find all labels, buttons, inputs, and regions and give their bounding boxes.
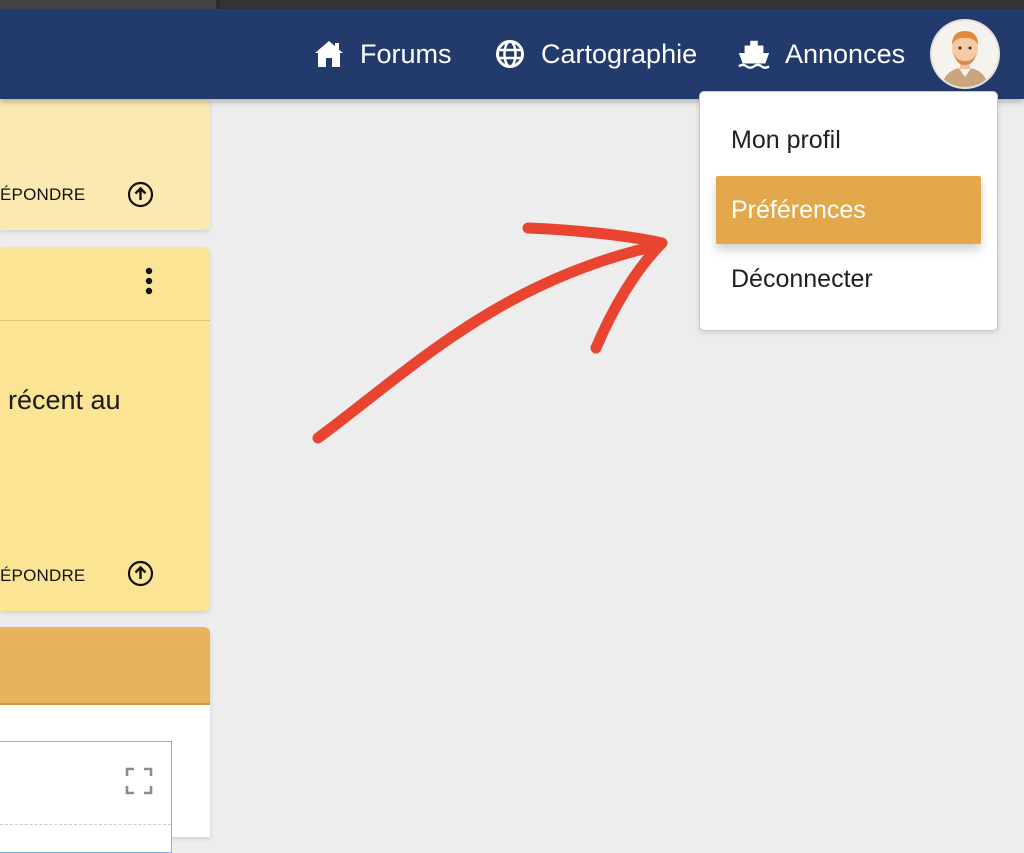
more-options-icon[interactable] bbox=[138, 267, 160, 297]
nav-forums-link[interactable]: Forums bbox=[312, 9, 452, 99]
avatar-icon bbox=[932, 21, 998, 87]
post-card bbox=[0, 627, 210, 853]
user-menu-dropdown: Mon profil Préférences Déconnecter bbox=[699, 91, 998, 331]
browser-tab[interactable] bbox=[0, 0, 216, 9]
browser-top-strip bbox=[0, 0, 1024, 9]
home-icon bbox=[312, 37, 346, 71]
post-card: récent au ÉPONDRE bbox=[0, 247, 210, 611]
embedded-map-frame[interactable] bbox=[0, 741, 172, 853]
post-card-header bbox=[0, 627, 210, 705]
nav-annonces-link[interactable]: Annonces bbox=[737, 9, 905, 99]
globe-icon bbox=[493, 37, 527, 71]
reply-link[interactable]: ÉPONDRE bbox=[0, 566, 85, 586]
browser-tab[interactable] bbox=[220, 0, 1024, 9]
top-navbar: Forums Cartographie Annonces bbox=[0, 9, 1024, 99]
post-card-header bbox=[0, 247, 210, 321]
nav-annonces-label: Annonces bbox=[785, 38, 906, 69]
ship-icon bbox=[737, 37, 771, 71]
nav-cartographie-link[interactable]: Cartographie bbox=[493, 9, 697, 99]
annotation-arrow bbox=[312, 222, 668, 444]
menu-item-profile[interactable]: Mon profil bbox=[716, 106, 981, 174]
post-card: ÉPONDRE bbox=[0, 99, 210, 230]
reply-link[interactable]: ÉPONDRE bbox=[0, 185, 85, 205]
arrow-up-circle-icon[interactable] bbox=[127, 560, 154, 587]
user-avatar[interactable] bbox=[932, 21, 998, 87]
nav-cartographie-label: Cartographie bbox=[541, 38, 698, 69]
post-body-text: récent au bbox=[8, 385, 121, 415]
nav-forums-label: Forums bbox=[360, 38, 452, 69]
menu-item-logout[interactable]: Déconnecter bbox=[716, 245, 981, 313]
menu-item-preferences[interactable]: Préférences bbox=[716, 176, 981, 244]
fullscreen-icon[interactable] bbox=[125, 767, 153, 795]
arrow-up-circle-icon[interactable] bbox=[127, 181, 154, 208]
divider bbox=[0, 824, 171, 825]
